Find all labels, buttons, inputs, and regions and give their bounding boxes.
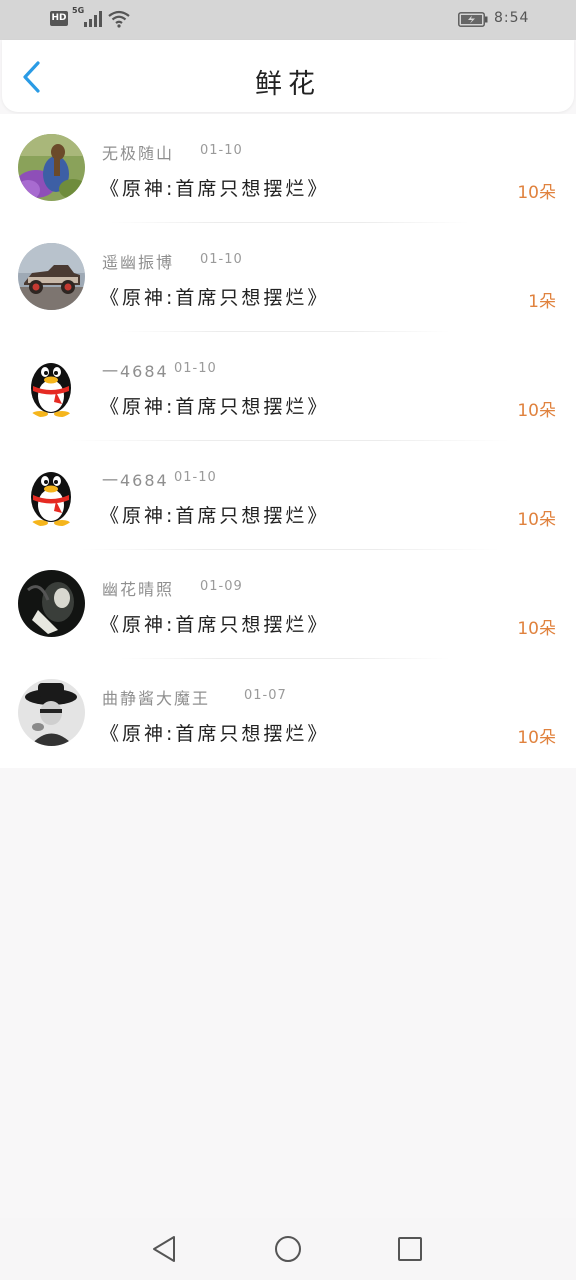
book-title: 《原神:首席只想摆烂》 xyxy=(100,614,330,636)
flower-count: 1朵 xyxy=(528,292,556,312)
list-item[interactable]: 一4684 01-10 《原神:首席只想摆烂》 10朵 xyxy=(0,332,576,441)
avatar[interactable] xyxy=(18,352,85,419)
qq-penguin-avatar-icon xyxy=(18,461,85,528)
user-name: 曲静酱大魔王 xyxy=(102,689,211,708)
avatar[interactable] xyxy=(18,134,85,201)
dark-portrait-avatar-icon xyxy=(18,570,85,637)
gift-date: 01-07 xyxy=(244,688,287,703)
circle-home-icon xyxy=(275,1236,301,1262)
network-type: 5G xyxy=(72,6,85,15)
nav-back-button[interactable] xyxy=(150,1234,180,1264)
book-title: 《原神:首席只想摆烂》 xyxy=(100,723,330,745)
flower-list: 无极随山 01-10 《原神:首席只想摆烂》 10朵 遥幽振博 01-10 《原… xyxy=(0,114,576,768)
avatar[interactable] xyxy=(18,679,85,746)
signal-icon xyxy=(84,11,102,27)
user-name: 幽花晴照 xyxy=(102,580,175,599)
wifi-icon xyxy=(108,10,130,28)
avatar[interactable] xyxy=(18,570,85,637)
triangle-back-icon xyxy=(153,1236,175,1262)
book-title: 《原神:首席只想摆烂》 xyxy=(100,287,330,309)
user-name: 遥幽振博 xyxy=(102,253,175,272)
user-name: 无极随山 xyxy=(102,144,175,163)
hd-badge: HD xyxy=(50,11,68,26)
list-item[interactable]: 遥幽振博 01-10 《原神:首席只想摆烂》 1朵 xyxy=(0,223,576,332)
qq-penguin-avatar-icon xyxy=(18,352,85,419)
status-bar: HD 5G 8:54 xyxy=(0,0,576,40)
hat-portrait-avatar-icon xyxy=(18,679,85,746)
list-item[interactable]: 曲静酱大魔王 01-07 《原神:首席只想摆烂》 10朵 xyxy=(0,659,576,768)
book-title: 《原神:首席只想摆烂》 xyxy=(100,396,330,418)
status-time: 8:54 xyxy=(494,10,530,26)
list-item[interactable]: 无极随山 01-10 《原神:首席只想摆烂》 10朵 xyxy=(0,114,576,223)
header: 鲜花 xyxy=(2,40,574,112)
gift-date: 01-10 xyxy=(174,470,217,485)
page-title: 鲜花 xyxy=(255,69,321,100)
square-recents-icon xyxy=(398,1237,422,1261)
gift-date: 01-10 xyxy=(174,361,217,376)
vintage-car-avatar-icon xyxy=(18,243,85,310)
flower-count: 10朵 xyxy=(517,728,556,748)
avatar[interactable] xyxy=(18,243,85,310)
flower-count: 10朵 xyxy=(517,510,556,530)
gift-date: 01-09 xyxy=(200,579,243,594)
nav-home-button[interactable] xyxy=(273,1234,303,1264)
system-nav-bar xyxy=(0,1218,576,1280)
gift-date: 01-10 xyxy=(200,252,243,267)
flower-count: 10朵 xyxy=(517,183,556,203)
user-name: 一4684 xyxy=(102,471,169,490)
avatar[interactable] xyxy=(18,461,85,528)
girl-with-flowers-avatar-icon xyxy=(18,134,85,201)
book-title: 《原神:首席只想摆烂》 xyxy=(100,178,330,200)
gift-date: 01-10 xyxy=(200,143,243,158)
nav-recents-button[interactable] xyxy=(395,1234,425,1264)
book-title: 《原神:首席只想摆烂》 xyxy=(100,505,330,527)
battery-icon xyxy=(458,12,488,27)
flower-count: 10朵 xyxy=(517,619,556,639)
list-item[interactable]: 一4684 01-10 《原神:首席只想摆烂》 10朵 xyxy=(0,441,576,550)
list-item[interactable]: 幽花晴照 01-09 《原神:首席只想摆烂》 10朵 xyxy=(0,550,576,659)
user-name: 一4684 xyxy=(102,362,169,381)
flower-count: 10朵 xyxy=(517,401,556,421)
